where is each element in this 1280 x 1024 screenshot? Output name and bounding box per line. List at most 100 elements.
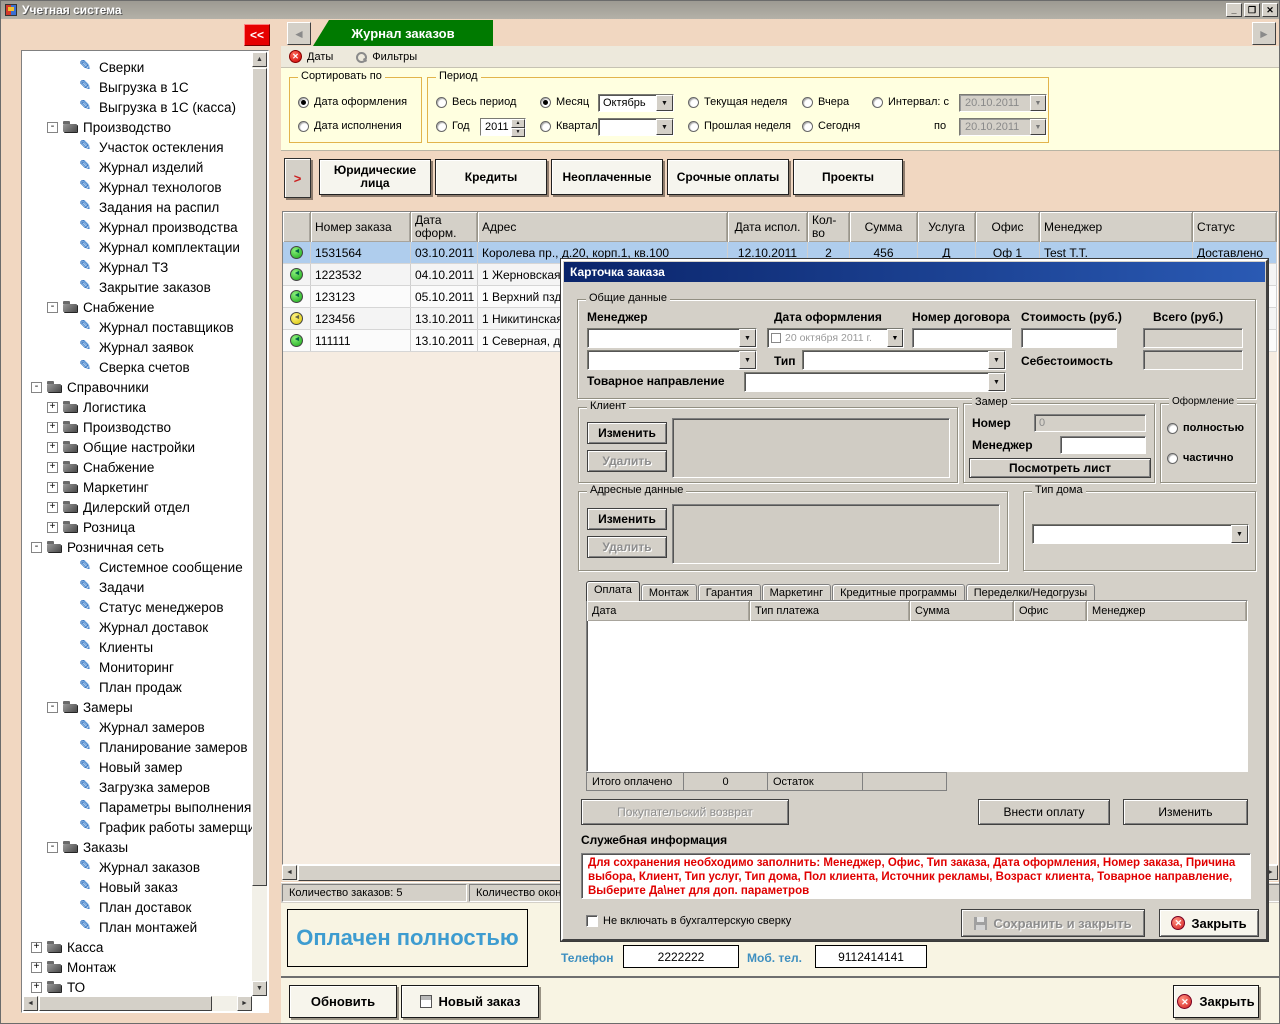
expand-toggle-icon[interactable] [47,502,58,513]
refresh-button[interactable]: Обновить [289,985,397,1018]
expand-toggle-icon[interactable] [47,462,58,473]
chevron-down-icon[interactable]: ▼ [739,329,756,347]
tree-item[interactable]: Снабжение [23,297,252,317]
quick-tab-credits[interactable]: Кредиты [435,159,547,195]
tree-item[interactable]: Закрытие заказов [23,277,252,297]
tree-item[interactable]: План доставок [23,897,252,917]
tab-journal-orders[interactable]: Журнал заказов [313,20,493,46]
tree-item[interactable]: Статус менеджеров [23,597,252,617]
house-type-select[interactable]: ▼ [1032,524,1249,544]
expand-toggle-icon[interactable] [47,842,58,853]
interval-from-date[interactable]: 20.10.2011▼ [959,94,1047,112]
tree-item[interactable]: Справочники [23,377,252,397]
tree-item[interactable]: Мониторинг [23,657,252,677]
tree-item[interactable]: Журнал технологов [23,177,252,197]
chevron-down-icon[interactable]: ▼ [887,329,903,347]
tree-item[interactable]: Журнал заказов [23,857,252,877]
no-accounting-checkbox[interactable]: Не включать в бухгалтерскую сверку [586,915,791,927]
column-header[interactable]: Кол-во [808,212,850,242]
column-header[interactable]: Менеджер [1087,601,1247,621]
expand-toggle-icon[interactable] [47,702,58,713]
checkbox-icon[interactable] [586,915,598,927]
tree-vertical-scrollbar[interactable]: ▲ ▼ [252,52,267,996]
expand-toggle-icon[interactable] [31,942,42,953]
tree-item[interactable]: Снабжение [23,457,252,477]
column-header[interactable]: Офис [976,212,1040,242]
tree-item[interactable]: Журнал доставок [23,617,252,637]
tree-item[interactable]: Сверка счетов [23,357,252,377]
month-option[interactable]: Месяц [540,96,589,108]
column-header[interactable]: Дата оформ. [411,212,478,242]
expand-toggle-icon[interactable] [47,522,58,533]
column-header[interactable]: Статус [1193,212,1277,242]
tree-item[interactable]: Производство [23,117,252,137]
issue-date-picker[interactable]: 20 октября 2011 г. ▼ [767,328,904,348]
sidebar-collapse-button[interactable]: << [244,24,270,46]
quick-tab-unpaid[interactable]: Неоплаченные [551,159,663,195]
column-header[interactable]: Тип платежа [750,601,910,621]
tree-item[interactable]: Новый заказ [23,877,252,897]
order-type-select[interactable]: ▼ [802,350,1006,370]
yesterday-option[interactable]: Вчера [802,96,849,108]
tree-item[interactable]: Монтаж [23,957,252,977]
quick-tabs-more-button[interactable]: > [284,158,311,198]
tree-item[interactable]: Журнал комплектации [23,237,252,257]
dialog-tab[interactable]: Кредитные программы [832,584,965,601]
close-journal-button[interactable]: ✕ Закрыть [1173,985,1259,1018]
add-payment-button[interactable]: Внести оплату [978,799,1110,825]
tree-item[interactable]: Новый замер [23,757,252,777]
expand-toggle-icon[interactable] [47,482,58,493]
chevron-down-icon[interactable]: ▼ [656,119,673,135]
tree-horizontal-scrollbar[interactable]: ◄ ► [23,996,252,1011]
tree-item[interactable]: Заказы [23,837,252,857]
mobile-value[interactable]: 9112414141 [815,945,927,968]
today-option[interactable]: Сегодня [802,120,860,132]
interval-to-date[interactable]: 20.10.2011▼ [959,118,1047,136]
partial-option[interactable]: частично [1167,452,1234,464]
spin-up-icon[interactable]: ▲ [511,119,525,128]
expand-toggle-icon[interactable] [31,382,42,393]
tree-item[interactable]: Производство [23,417,252,437]
chevron-down-icon[interactable]: ▼ [988,373,1005,391]
column-header[interactable]: Дата испол. [728,212,808,242]
tree-item[interactable]: ТО [23,977,252,996]
dialog-tab[interactable]: Переделки/Недогрузы [966,584,1095,601]
whole-period-option[interactable]: Весь период [436,96,516,108]
column-header[interactable]: Дата [587,601,750,621]
tree-item[interactable]: Выгрузка в 1С (касса) [23,97,252,117]
expand-toggle-icon[interactable] [47,122,58,133]
tree-item[interactable]: Журнал изделий [23,157,252,177]
contract-number-field[interactable] [912,328,1012,348]
column-header[interactable]: Офис [1014,601,1087,621]
column-header[interactable]: Менеджер [1040,212,1193,242]
expand-toggle-icon[interactable] [31,982,42,993]
quarter-option[interactable]: Квартал [540,120,598,132]
restore-button[interactable]: ❐ [1244,3,1260,17]
column-header[interactable]: Адрес [478,212,728,242]
column-header[interactable]: Услуга [918,212,976,242]
tree-item[interactable]: Параметры выполнения [23,797,252,817]
title-bar[interactable]: Учетная система _ ❐ ✕ [1,1,1280,19]
sort-by-issue-option[interactable]: Дата оформления [298,96,407,108]
tree-item[interactable]: Розничная сеть [23,537,252,557]
chevron-down-icon[interactable]: ▼ [739,351,756,369]
tab-prev-button[interactable]: ◄ [287,22,311,45]
tree-item[interactable]: Замеры [23,697,252,717]
tree-item[interactable]: Логистика [23,397,252,417]
filters-tool[interactable]: Фильтры [355,51,417,63]
tree-item[interactable]: Маркетинг [23,477,252,497]
radio-icon[interactable] [298,121,309,132]
tree-item[interactable]: Участок остекления [23,137,252,157]
expand-toggle-icon[interactable] [47,302,58,313]
column-header[interactable]: Номер заказа [311,212,411,242]
minimize-button[interactable]: _ [1226,3,1242,17]
current-week-option[interactable]: Текущая неделя [688,96,787,108]
full-option[interactable]: полностью [1167,422,1244,434]
dialog-tab[interactable]: Оплата [586,581,640,601]
scroll-left-icon[interactable]: ◄ [23,996,38,1011]
tree-item[interactable]: Задания на распил [23,197,252,217]
chevron-down-icon[interactable]: ▼ [1231,525,1248,543]
tree-item[interactable]: План продаж [23,677,252,697]
tree-item[interactable]: Задачи [23,577,252,597]
checkbox-icon[interactable] [771,333,781,343]
